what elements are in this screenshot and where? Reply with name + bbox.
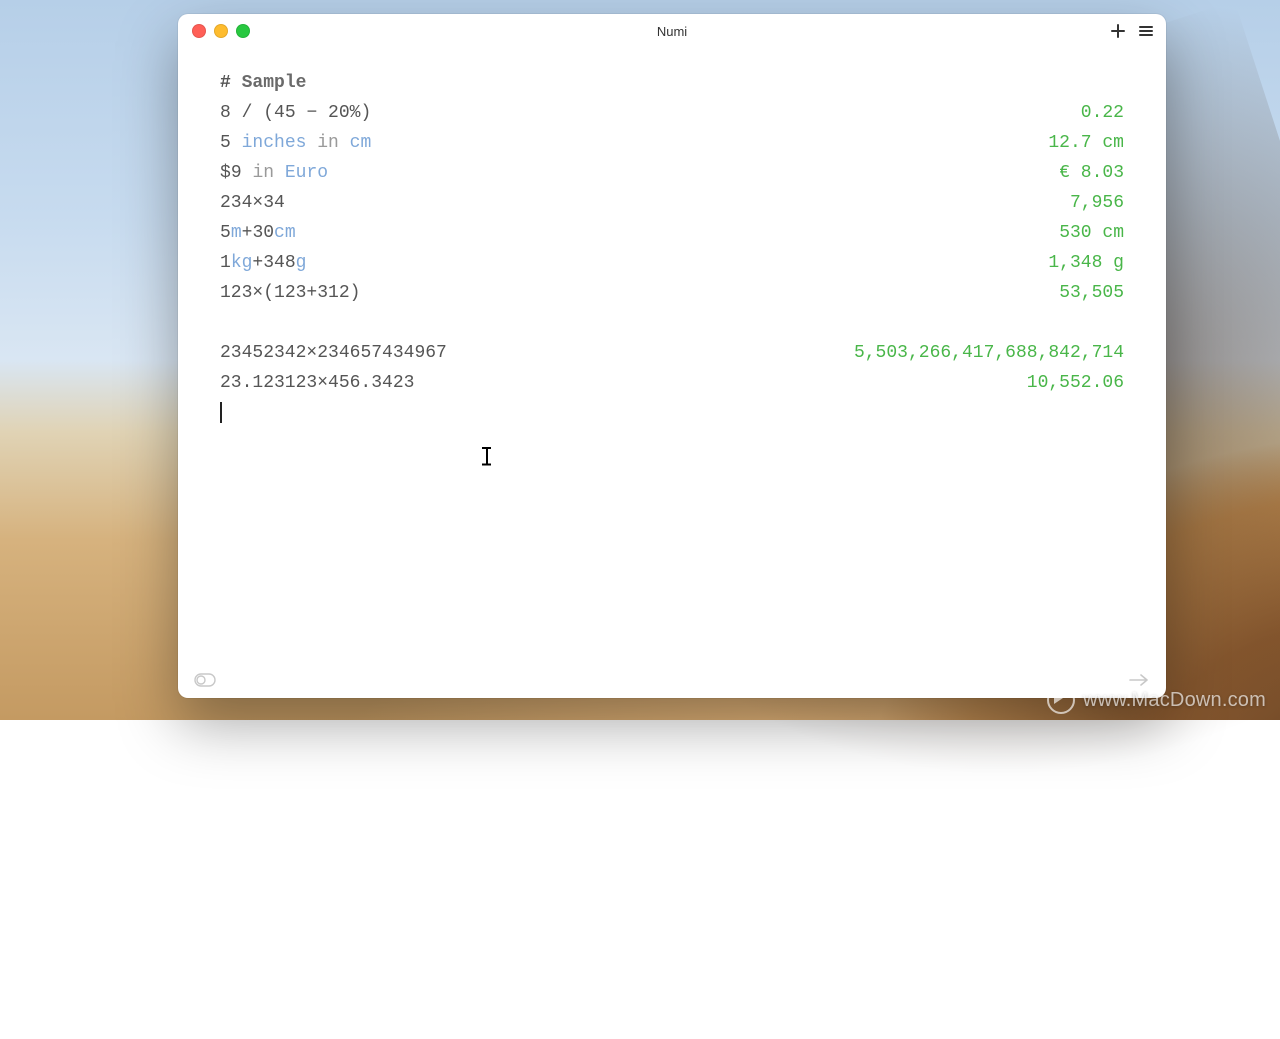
calc-line[interactable]: 23452342×234657434967 5,503,266,417,688,8…: [220, 338, 1124, 368]
token: ×: [252, 193, 263, 213]
token: [339, 133, 350, 153]
calc-line[interactable]: 23.123123×456.3423 10,552.06: [220, 368, 1124, 398]
token: [274, 163, 285, 183]
result: 12.7 cm: [1048, 128, 1124, 158]
token: 234657434967: [317, 343, 447, 363]
token: 45: [274, 103, 296, 123]
minimize-window-button[interactable]: [214, 24, 228, 38]
result: € 8.03: [1059, 158, 1124, 188]
token: 9: [231, 163, 242, 183]
token: 23.123123: [220, 373, 317, 393]
token: ×(: [252, 283, 274, 303]
token: 348: [263, 253, 295, 273]
window-title: Numi: [178, 24, 1166, 39]
expression[interactable]: # Sample: [220, 68, 306, 98]
calc-line[interactable]: 5m+30cm530 cm: [220, 218, 1124, 248]
calc-line[interactable]: 1kg+348g 1,348 g: [220, 248, 1124, 278]
token: +: [242, 223, 253, 243]
token: 123: [274, 283, 306, 303]
expression[interactable]: 234×34: [220, 188, 285, 218]
token: 312: [317, 283, 349, 303]
result: 7,956: [1070, 188, 1124, 218]
watermark-logo-icon: [1047, 686, 1075, 714]
token: $: [220, 163, 231, 183]
expression[interactable]: 5 inches in cm: [220, 128, 371, 158]
token: cm: [350, 133, 372, 153]
expression[interactable]: 23452342×234657434967: [220, 338, 447, 368]
token: kg: [231, 253, 253, 273]
menu-icon[interactable]: [1138, 23, 1154, 39]
token: 5: [220, 223, 231, 243]
caret-icon: [220, 402, 222, 423]
token: +: [306, 283, 317, 303]
token: 23452342: [220, 343, 306, 363]
token: ): [350, 283, 361, 303]
titlebar[interactable]: Numi: [178, 14, 1166, 48]
result: 53,505: [1059, 278, 1124, 308]
token: 5: [220, 133, 231, 153]
calc-line[interactable]: $9 in Euro € 8.03: [220, 158, 1124, 188]
token: 123: [220, 283, 252, 303]
calc-line[interactable]: 5 inches in cm 12.7 cm: [220, 128, 1124, 158]
token: inches: [242, 133, 307, 153]
token: in: [252, 163, 274, 183]
close-window-button[interactable]: [192, 24, 206, 38]
token: ): [360, 103, 371, 123]
token: Euro: [285, 163, 328, 183]
active-line[interactable]: [220, 398, 1124, 428]
token: [306, 133, 317, 153]
token: [242, 163, 253, 183]
expression[interactable]: 5m+30cm: [220, 218, 296, 248]
toggle-icon[interactable]: [194, 673, 216, 687]
token: 34: [263, 193, 285, 213]
result: 530 cm: [1059, 218, 1124, 248]
footer-bar: [178, 666, 1166, 698]
result: 1,348 g: [1048, 248, 1124, 278]
calc-line[interactable]: 234×34 7,956: [220, 188, 1124, 218]
expression[interactable]: $9 in Euro: [220, 158, 328, 188]
watermark-text: www.MacDown.com: [1083, 689, 1266, 712]
app-window: Numi # Sample8 / (45 − 20%)0.225 inches …: [178, 14, 1166, 698]
token: 20%: [328, 103, 360, 123]
token: 30: [252, 223, 274, 243]
result: 0.22: [1081, 98, 1124, 128]
expression[interactable]: 23.123123×456.3423: [220, 368, 414, 398]
result: 10,552.06: [1027, 368, 1124, 398]
token: [231, 133, 242, 153]
token: / (: [231, 103, 274, 123]
zoom-window-button[interactable]: [236, 24, 250, 38]
token: in: [317, 133, 339, 153]
heading-line[interactable]: # Sample: [220, 68, 1124, 98]
token: −: [296, 103, 328, 123]
token: +: [252, 253, 263, 273]
calc-line[interactable]: 8 / (45 − 20%) 0.22: [220, 98, 1124, 128]
token: 234: [220, 193, 252, 213]
editor-area[interactable]: # Sample8 / (45 − 20%)0.225 inches in cm…: [178, 48, 1166, 666]
new-note-icon[interactable]: [1110, 23, 1126, 39]
token: 8: [220, 103, 231, 123]
token: #: [220, 73, 242, 93]
watermark: www.MacDown.com: [1047, 686, 1266, 714]
blank-line: [220, 308, 1124, 338]
text-cursor-icon: [482, 447, 492, 465]
expression[interactable]: 1kg+348g: [220, 248, 306, 278]
token: Sample: [242, 73, 307, 93]
result: 5,503,266,417,688,842,714: [854, 338, 1124, 368]
token: ×: [306, 343, 317, 363]
calc-line[interactable]: 123×(123+312)53,505: [220, 278, 1124, 308]
token: g: [296, 253, 307, 273]
token: 1: [220, 253, 231, 273]
expression[interactable]: 8 / (45 − 20%): [220, 98, 371, 128]
token: cm: [274, 223, 296, 243]
window-controls: [178, 24, 250, 38]
token: ×: [317, 373, 328, 393]
arrow-right-icon[interactable]: [1128, 673, 1150, 687]
token: m: [231, 223, 242, 243]
expression[interactable]: 123×(123+312): [220, 278, 360, 308]
token: 456.3423: [328, 373, 414, 393]
